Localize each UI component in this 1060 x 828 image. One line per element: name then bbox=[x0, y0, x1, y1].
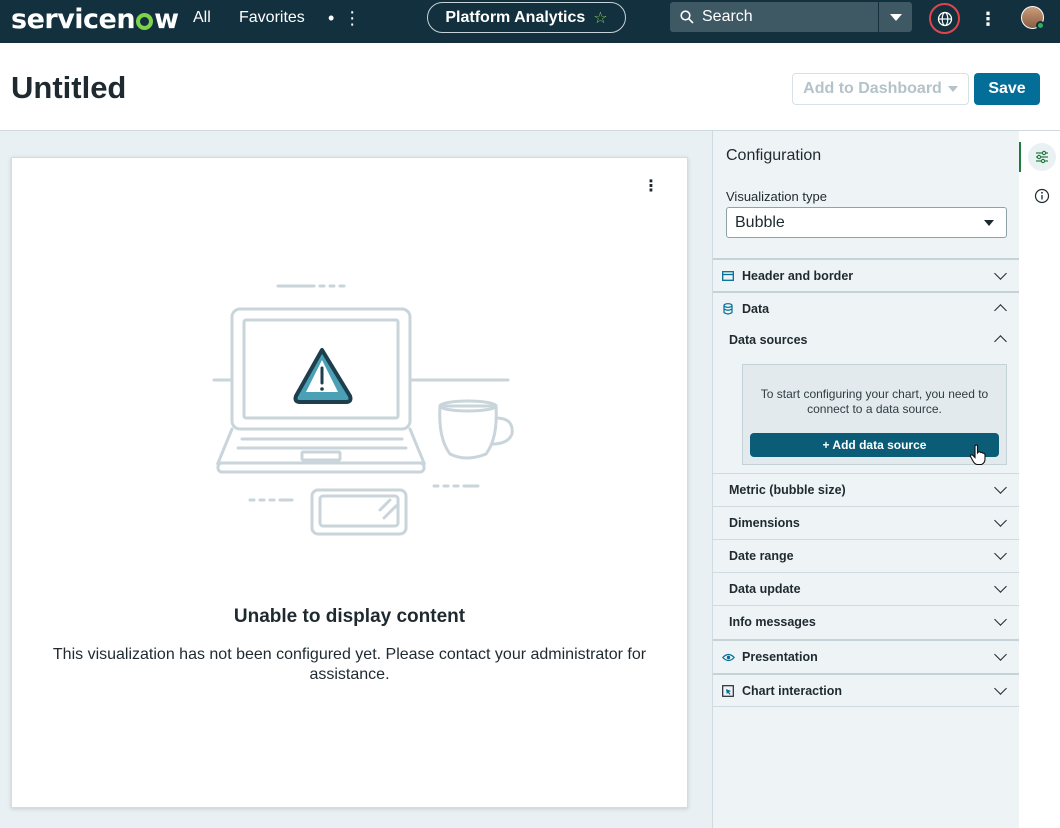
subsection-metric[interactable]: Metric (bubble size) bbox=[713, 473, 1019, 506]
subsection-data-sources[interactable]: Data sources bbox=[713, 323, 1019, 356]
save-button[interactable]: Save bbox=[974, 73, 1040, 105]
visualization-type-select[interactable]: Bubble bbox=[726, 207, 1007, 238]
subsection-dimensions[interactable]: Dimensions bbox=[713, 506, 1019, 539]
chevron-up-icon bbox=[994, 304, 1007, 317]
add-to-dashboard-label: Add to Dashboard bbox=[803, 80, 942, 97]
data-source-hint: To start configuring your chart, you nee… bbox=[760, 387, 989, 416]
search-icon bbox=[680, 10, 694, 24]
chevron-down-icon bbox=[947, 86, 958, 92]
visualization-card: ⋮ Unable to display content This visuali… bbox=[11, 157, 688, 808]
section-chart-interaction[interactable]: Chart interaction bbox=[713, 673, 1019, 707]
subsection-data-update[interactable]: Data update bbox=[713, 572, 1019, 605]
logo-o-ring bbox=[136, 13, 154, 30]
chevron-down-icon bbox=[994, 547, 1007, 560]
top-navigation: servicen w All Favorites • ⋮ Platform Ana… bbox=[0, 0, 1060, 43]
page-header: Untitled Add to Dashboard Save bbox=[0, 43, 1060, 131]
cursor-click-icon bbox=[721, 684, 735, 698]
subsection-info-messages[interactable]: Info messages bbox=[713, 605, 1019, 638]
nav-more-menu[interactable]: • ⋮ bbox=[328, 8, 363, 29]
star-icon[interactable]: ☆ bbox=[593, 8, 607, 28]
chevron-down-icon bbox=[994, 613, 1007, 626]
chevron-down-icon bbox=[994, 648, 1007, 661]
global-search-input[interactable]: Search bbox=[670, 2, 878, 32]
search-scope-dropdown[interactable] bbox=[879, 2, 912, 32]
data-source-empty-box: To start configuring your chart, you nee… bbox=[742, 364, 1007, 465]
configuration-panel: Configuration Visualization type Bubble … bbox=[712, 131, 1019, 828]
globe-icon[interactable] bbox=[929, 3, 960, 34]
pill-label: Platform Analytics bbox=[445, 8, 586, 26]
panel-title: Configuration bbox=[726, 147, 822, 164]
chevron-down-icon bbox=[994, 580, 1007, 593]
add-to-dashboard-button[interactable]: Add to Dashboard bbox=[792, 73, 969, 105]
header-border-icon bbox=[721, 269, 735, 283]
unconfigured-illustration bbox=[212, 284, 514, 536]
error-title: Unable to display content bbox=[233, 606, 466, 627]
subsection-date-range[interactable]: Date range bbox=[713, 539, 1019, 572]
configuration-sliders-icon[interactable] bbox=[1028, 143, 1056, 171]
active-rail-indicator bbox=[1019, 142, 1021, 172]
presence-status-dot bbox=[1036, 21, 1045, 30]
platform-analytics-pill[interactable]: Platform Analytics ☆ bbox=[427, 2, 626, 33]
chevron-down-icon bbox=[889, 13, 902, 21]
chevron-up-icon bbox=[994, 335, 1007, 348]
nav-favorites[interactable]: Favorites bbox=[239, 9, 305, 27]
search-placeholder: Search bbox=[702, 8, 753, 25]
chevron-down-icon bbox=[994, 681, 1007, 695]
side-rail bbox=[1019, 131, 1060, 828]
chevron-down-icon bbox=[994, 266, 1007, 280]
visualization-type-label: Visualization type bbox=[726, 189, 827, 204]
chevron-down-icon bbox=[994, 481, 1007, 494]
chevron-down-icon bbox=[984, 219, 994, 226]
info-icon[interactable] bbox=[1028, 182, 1056, 210]
section-header-and-border[interactable]: Header and border bbox=[713, 258, 1019, 291]
eye-icon bbox=[721, 650, 735, 664]
hand-cursor-icon bbox=[969, 444, 986, 466]
servicenow-logo[interactable]: servicen w bbox=[11, 4, 179, 35]
section-data[interactable]: Data bbox=[713, 291, 1019, 324]
nav-all[interactable]: All bbox=[193, 9, 211, 27]
card-more-icon[interactable]: ⋮ bbox=[643, 176, 659, 196]
kebab-menu-icon[interactable]: ⋮ bbox=[979, 9, 997, 30]
add-data-source-button[interactable]: + Add data source bbox=[750, 433, 999, 457]
section-presentation[interactable]: Presentation bbox=[713, 639, 1019, 673]
page-title[interactable]: Untitled bbox=[11, 70, 126, 106]
chevron-down-icon bbox=[994, 514, 1007, 527]
visualization-type-value: Bubble bbox=[735, 213, 785, 231]
error-message: This visualization has not been configur… bbox=[52, 646, 647, 683]
database-icon bbox=[721, 302, 735, 316]
user-avatar[interactable] bbox=[1021, 6, 1045, 30]
